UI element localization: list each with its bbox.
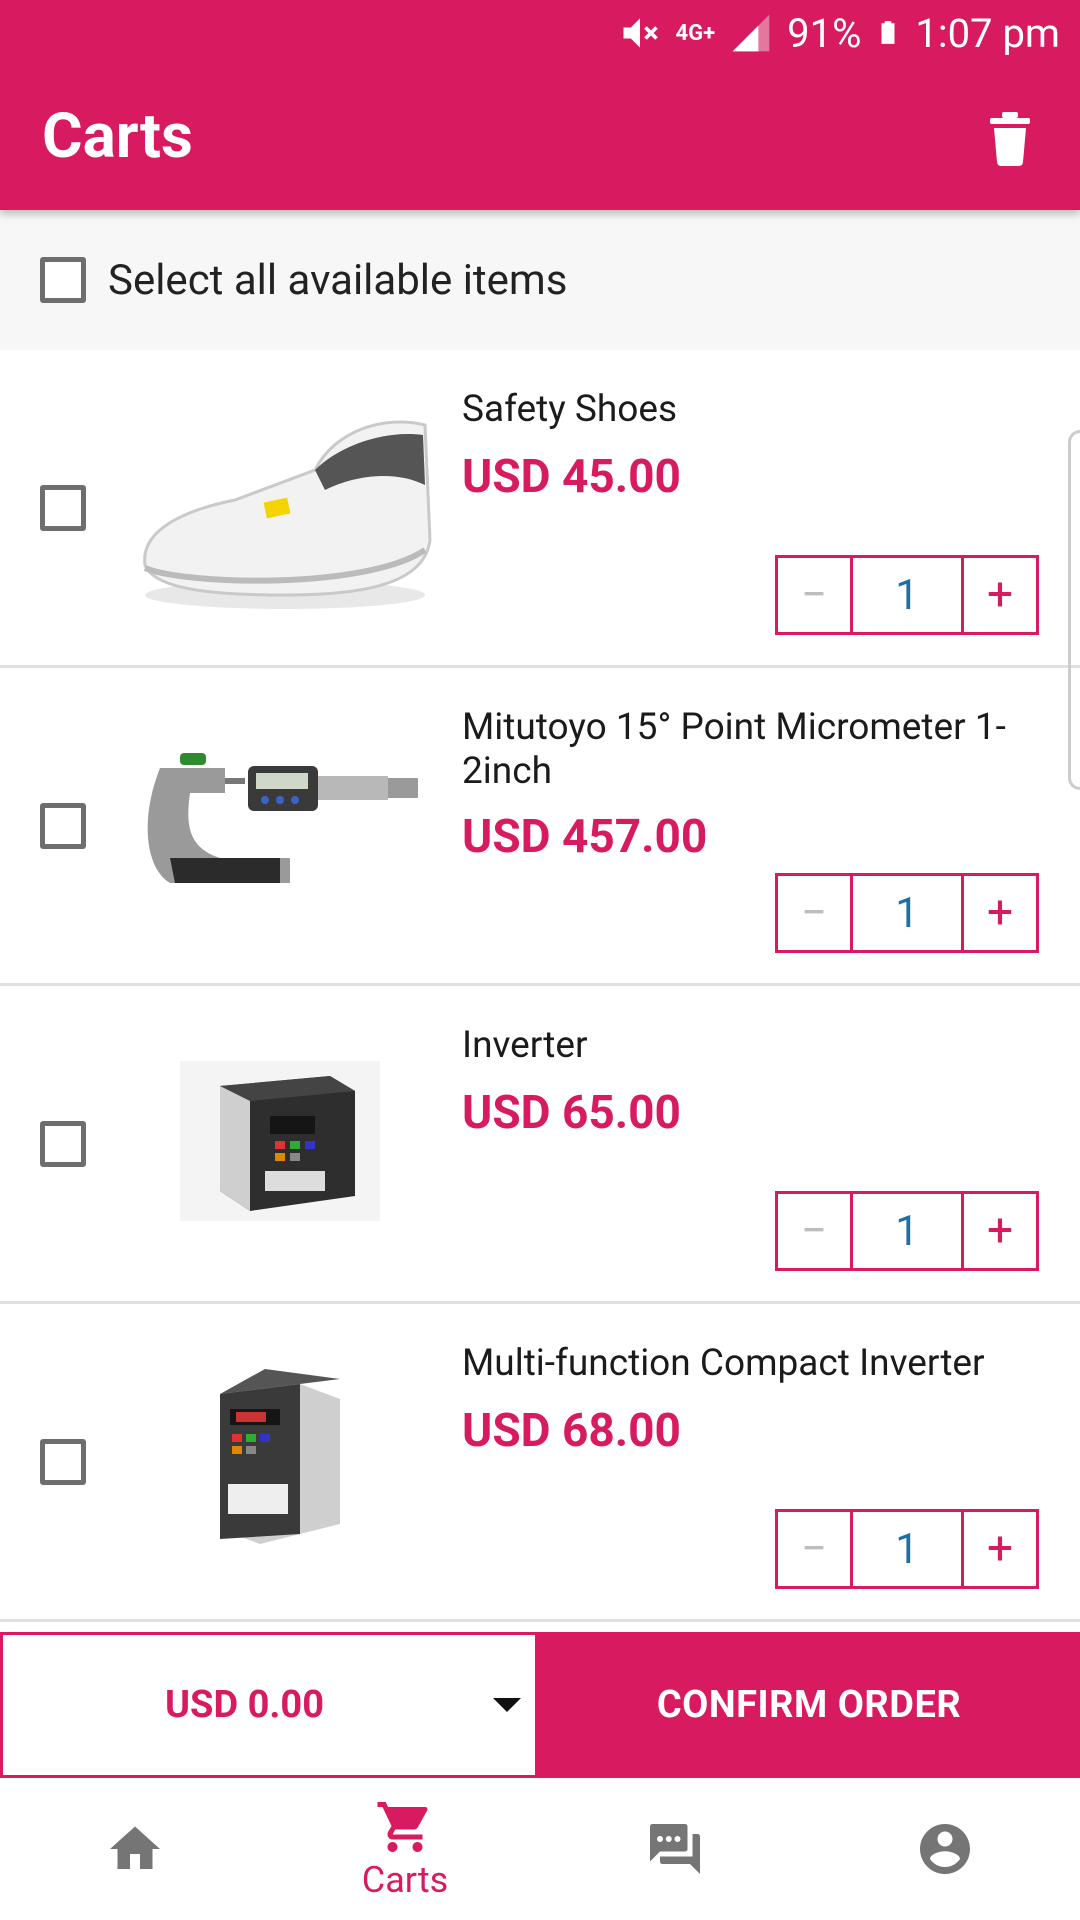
total-amount: USD 0.00 xyxy=(165,1683,325,1727)
increase-button[interactable]: + xyxy=(961,876,1036,950)
page-title: Carts xyxy=(42,100,193,173)
cart-item: Inverter USD 65.00 − 1 + xyxy=(0,986,1080,1304)
item-name: Safety Shoes xyxy=(462,388,678,431)
item-checkbox[interactable] xyxy=(40,1439,86,1485)
home-icon xyxy=(110,1826,160,1869)
product-image[interactable] xyxy=(120,1334,440,1584)
increase-button[interactable]: + xyxy=(961,1512,1036,1586)
item-name: Multi-function Compact Inverter xyxy=(462,1342,985,1385)
battery-percent: 91% xyxy=(787,9,862,57)
nav-label-carts: Carts xyxy=(361,1859,449,1901)
nav-messages[interactable] xyxy=(540,1778,810,1920)
app-bar: 4G+ 91% 1:07 pm Carts xyxy=(0,0,1080,210)
total-dropdown[interactable]: USD 0.00 xyxy=(0,1632,538,1778)
increase-button[interactable]: + xyxy=(961,558,1036,632)
chat-icon xyxy=(650,1824,700,1874)
compact-inverter-icon xyxy=(220,1369,340,1544)
cart-item: Multi-function Compact Inverter USD 68.0… xyxy=(0,1304,1080,1622)
decrease-button[interactable]: − xyxy=(778,876,853,950)
caret-down-icon[interactable] xyxy=(493,1698,521,1712)
cart-item: Safety Shoes USD 45.00 − 1 + xyxy=(0,350,1080,668)
quantity-stepper: − 1 + xyxy=(775,555,1039,635)
inverter-icon xyxy=(180,1061,380,1221)
nav-home[interactable] xyxy=(0,1778,270,1920)
item-price: USD 65.00 xyxy=(462,1086,681,1140)
cart-icon xyxy=(377,1802,428,1852)
order-bar: USD 0.00 CONFIRM ORDER xyxy=(0,1632,1080,1778)
quantity-value[interactable]: 1 xyxy=(853,876,961,950)
decrease-button[interactable]: − xyxy=(778,1512,853,1586)
signal-icon xyxy=(732,14,770,52)
nav-account[interactable] xyxy=(810,1778,1080,1920)
item-price: USD 68.00 xyxy=(462,1404,681,1458)
decrease-button[interactable]: − xyxy=(778,1194,853,1268)
nav-carts[interactable]: Carts xyxy=(270,1778,540,1920)
quantity-stepper: − 1 + xyxy=(775,1191,1039,1271)
select-all-checkbox[interactable] xyxy=(40,257,86,303)
scrollbar[interactable] xyxy=(1068,430,1080,790)
product-image[interactable] xyxy=(120,1016,440,1266)
quantity-stepper: − 1 + xyxy=(775,1509,1039,1589)
quantity-stepper: − 1 + xyxy=(775,873,1039,953)
confirm-order-button[interactable]: CONFIRM ORDER xyxy=(538,1632,1080,1778)
cart-item: Mitutoyo 15° Point Micrometer 1-2inch US… xyxy=(0,668,1080,986)
item-checkbox[interactable] xyxy=(40,485,86,531)
account-icon xyxy=(920,1824,970,1874)
increase-button[interactable]: + xyxy=(961,1194,1036,1268)
safety-shoe-icon xyxy=(143,420,432,609)
item-name: Inverter xyxy=(462,1024,588,1067)
quantity-value[interactable]: 1 xyxy=(853,1194,961,1268)
trash-icon[interactable] xyxy=(986,110,1034,166)
product-image[interactable] xyxy=(120,698,440,948)
decrease-button[interactable]: − xyxy=(778,558,853,632)
status-bar: 4G+ 91% 1:07 pm xyxy=(618,0,1060,66)
select-all-row[interactable]: Select all available items xyxy=(0,210,1080,350)
item-price: USD 45.00 xyxy=(462,450,681,504)
network-indicator: 4G+ xyxy=(675,20,716,46)
product-image[interactable] xyxy=(120,380,440,630)
cart-list: Safety Shoes USD 45.00 − 1 + Mitutoyo 15… xyxy=(0,350,1080,1622)
select-all-label: Select all available items xyxy=(108,255,568,305)
mute-icon xyxy=(623,18,658,48)
item-name: Mitutoyo 15° Point Micrometer 1-2inch xyxy=(462,706,1006,793)
item-checkbox[interactable] xyxy=(40,803,86,849)
micrometer-icon xyxy=(147,753,418,883)
item-price: USD 457.00 xyxy=(462,810,708,864)
bottom-nav: Carts xyxy=(0,1778,1080,1920)
item-checkbox[interactable] xyxy=(40,1121,86,1167)
quantity-value[interactable]: 1 xyxy=(853,558,961,632)
quantity-value[interactable]: 1 xyxy=(853,1512,961,1586)
clock: 1:07 pm xyxy=(915,9,1060,57)
battery-icon xyxy=(881,21,895,44)
